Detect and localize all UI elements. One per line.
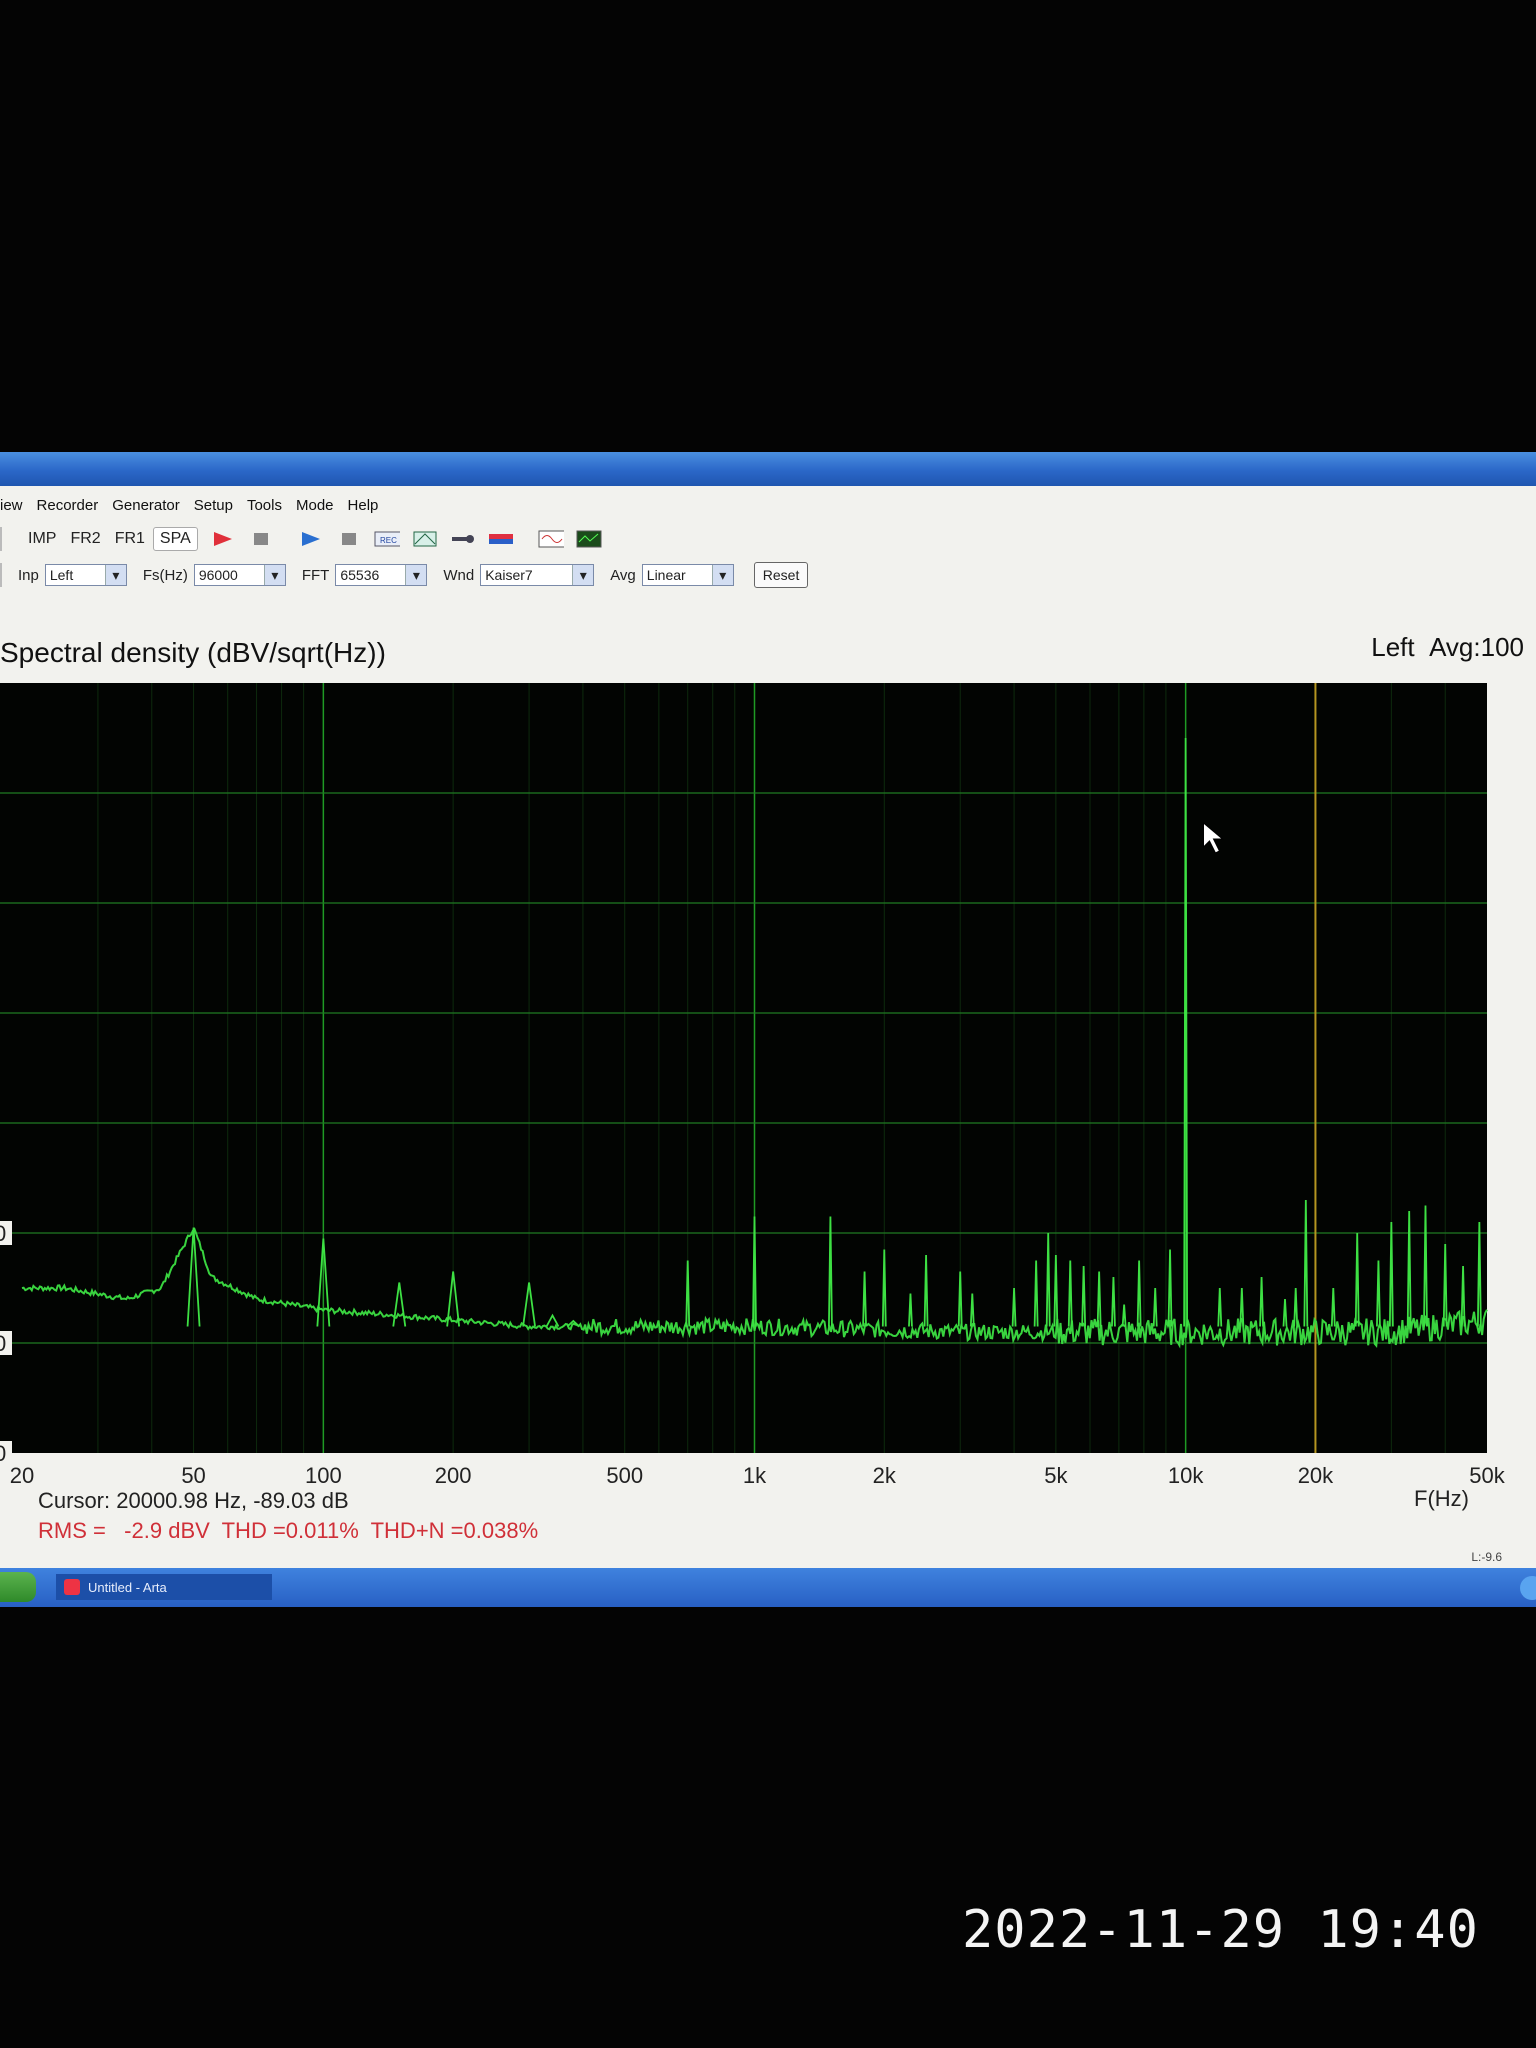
cursor-readout: Cursor: 20000.98 Hz, -89.03 dB bbox=[38, 1488, 349, 1513]
chevron-down-icon[interactable]: ▾ bbox=[711, 565, 733, 585]
play-blue-icon[interactable] bbox=[298, 528, 324, 550]
averaging-value: Linear bbox=[646, 567, 686, 583]
menu-help[interactable]: Help bbox=[348, 497, 379, 514]
x-tick-label: 1k bbox=[743, 1463, 767, 1483]
spectrum-plot[interactable]: 20 50 100 200 500 1k 2k 5k 10k 20k 50k 0 0 0 bbox=[0, 673, 1536, 1483]
y-tick-label: 0 bbox=[0, 1441, 6, 1466]
menu-mode[interactable]: Mode bbox=[296, 497, 334, 514]
x-tick-label: 10k bbox=[1168, 1463, 1204, 1483]
taskbar-app-label: Untitled - Arta bbox=[88, 1579, 167, 1595]
toolbar: IMP FR2 FR1 SPA REC bbox=[0, 522, 1536, 556]
measurement-stats: RMS = -2.9 dBV THD =0.011% THD+N =0.038% bbox=[38, 1518, 539, 1543]
fft-size-select[interactable]: 65536 ▾ bbox=[335, 564, 428, 586]
x-tick-label: 50 bbox=[181, 1463, 205, 1483]
menu-generator[interactable]: Generator bbox=[112, 497, 180, 514]
toolbar-separator bbox=[0, 527, 2, 551]
taskbar-app-item[interactable]: Untitled - Arta bbox=[56, 1574, 272, 1600]
menu-bar: iew Recorder Generator Setup Tools Mode … bbox=[0, 492, 1536, 518]
record-red-icon[interactable] bbox=[210, 528, 236, 550]
menu-view[interactable]: iew bbox=[0, 497, 23, 514]
start-button[interactable] bbox=[0, 1572, 36, 1602]
key-icon[interactable] bbox=[450, 528, 476, 550]
taskbar: Untitled - Arta bbox=[0, 1568, 1536, 1607]
avg-label: Avg bbox=[610, 566, 636, 584]
window-titlebar[interactable] bbox=[0, 452, 1536, 486]
scope-icon[interactable] bbox=[576, 528, 602, 550]
input-channel-select[interactable]: Left ▾ bbox=[44, 564, 127, 586]
reset-button[interactable]: Reset bbox=[753, 562, 809, 588]
plot-background bbox=[0, 683, 1487, 1453]
plot-meta: Left Avg:100 bbox=[1371, 632, 1524, 663]
fs-label: Fs(Hz) bbox=[142, 566, 188, 584]
x-tick-label: 200 bbox=[435, 1463, 472, 1483]
control-separator bbox=[0, 563, 2, 587]
wnd-label: Wnd bbox=[443, 566, 475, 584]
x-tick-label: 500 bbox=[606, 1463, 643, 1483]
sample-rate-select[interactable]: 96000 ▾ bbox=[193, 564, 286, 586]
averaging-select[interactable]: Linear ▾ bbox=[641, 564, 734, 586]
graph-icon[interactable] bbox=[412, 528, 438, 550]
status-level: L:-9.6 bbox=[1471, 1550, 1502, 1564]
chevron-down-icon[interactable]: ▾ bbox=[572, 565, 594, 585]
control-bar: Inp Left ▾ Fs(Hz) 96000 ▾ FFT 65536 ▾ Wn… bbox=[0, 560, 1536, 590]
inp-label: Inp bbox=[18, 566, 39, 584]
chevron-down-icon[interactable]: ▾ bbox=[104, 565, 126, 585]
plot-title: Spectral density (dBV/sqrt(Hz)) bbox=[0, 637, 386, 668]
flag-icon[interactable] bbox=[488, 528, 514, 550]
input-channel-value: Left bbox=[49, 567, 74, 583]
monitor-screen: iew Recorder Generator Setup Tools Mode … bbox=[0, 452, 1536, 1607]
x-tick-label: 20k bbox=[1298, 1463, 1334, 1483]
avg-count: Avg:100 bbox=[1429, 632, 1524, 662]
stop-icon[interactable] bbox=[336, 528, 362, 550]
arta-app-icon bbox=[64, 1579, 80, 1595]
window-select[interactable]: Kaiser7 ▾ bbox=[480, 564, 595, 586]
x-tick-label: 2k bbox=[873, 1463, 897, 1483]
chevron-down-icon[interactable]: ▾ bbox=[263, 565, 285, 585]
y-tick-label: 0 bbox=[0, 1221, 6, 1246]
window-value: Kaiser7 bbox=[485, 567, 533, 583]
stop-icon[interactable] bbox=[248, 528, 274, 550]
sample-rate-value: 96000 bbox=[198, 567, 238, 583]
x-tick-label: 5k bbox=[1044, 1463, 1068, 1483]
menu-recorder[interactable]: Recorder bbox=[37, 497, 99, 514]
tray-icon[interactable] bbox=[1520, 1576, 1536, 1600]
channel-label: Left bbox=[1371, 632, 1415, 662]
svg-text:REC: REC bbox=[380, 536, 397, 545]
rec-icon[interactable]: REC bbox=[374, 528, 400, 550]
wave-icon[interactable] bbox=[538, 528, 564, 550]
fft-label: FFT bbox=[301, 566, 330, 584]
x-axis-label: F(Hz) bbox=[1414, 1486, 1469, 1511]
menu-setup[interactable]: Setup bbox=[194, 497, 233, 514]
x-tick-label: 100 bbox=[305, 1463, 342, 1483]
photo-timestamp: 2022-11-29 19:40 bbox=[962, 1900, 1479, 1960]
menu-tools[interactable]: Tools bbox=[247, 497, 282, 514]
mode-imp-button[interactable]: IMP bbox=[22, 528, 62, 550]
mode-fr2-button[interactable]: FR2 bbox=[64, 528, 106, 550]
chevron-down-icon[interactable]: ▾ bbox=[405, 565, 427, 585]
y-tick-label: 0 bbox=[0, 1331, 6, 1356]
mode-fr1-button[interactable]: FR1 bbox=[109, 528, 151, 550]
x-tick-label: 50k bbox=[1469, 1463, 1505, 1483]
fft-size-value: 65536 bbox=[340, 567, 380, 583]
mode-spa-button[interactable]: SPA bbox=[152, 527, 198, 551]
x-tick-label: 20 bbox=[10, 1463, 34, 1483]
